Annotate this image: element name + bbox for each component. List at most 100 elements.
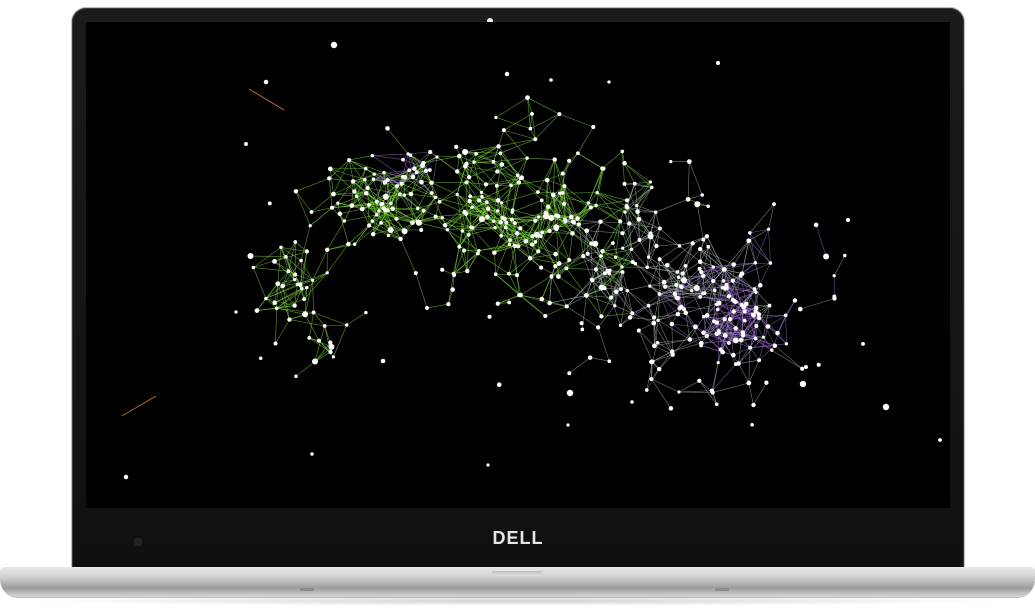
graph-node (564, 304, 569, 309)
graph-node (567, 158, 572, 163)
graph-node (650, 359, 655, 364)
graph-edge (697, 204, 704, 240)
graph-node (363, 190, 369, 196)
graph-node (305, 285, 309, 290)
graph-node (611, 241, 615, 245)
graph-node (312, 358, 318, 365)
graph-node (510, 210, 514, 214)
graph-node (553, 224, 560, 231)
graph-node (462, 149, 469, 155)
graph-node (410, 174, 416, 180)
graph-node (668, 406, 674, 411)
graph-node (792, 298, 798, 303)
graph-edge (577, 152, 603, 169)
graph-node (385, 126, 390, 131)
graph-edge (466, 182, 487, 185)
graph-node (751, 402, 756, 408)
graph-node (620, 231, 625, 236)
graph-node (495, 301, 500, 306)
graph-node (592, 240, 599, 247)
graph-node (294, 374, 298, 378)
graph-node (661, 279, 667, 285)
graph-node (699, 343, 703, 348)
graph-node (813, 222, 819, 228)
graph-edge (562, 153, 579, 174)
graph-edge (324, 324, 347, 327)
graph-node (722, 333, 728, 338)
graph-edge (755, 262, 771, 293)
graph-node (533, 218, 538, 223)
graph-node (586, 201, 591, 205)
graph-edge (520, 275, 552, 296)
graph-edge (426, 303, 449, 309)
graph-node (499, 201, 504, 205)
graph-edge (590, 357, 610, 362)
graph-node (244, 142, 248, 146)
graph-node (123, 474, 129, 480)
graph-node (730, 278, 736, 283)
graph-node (623, 210, 627, 214)
graph-node (512, 221, 517, 226)
graph-node (766, 227, 771, 231)
graph-node (644, 388, 649, 392)
graph-edge (748, 347, 751, 384)
graph-node (359, 206, 365, 212)
graph-node (487, 314, 492, 319)
graph-edge (833, 255, 846, 276)
graph-node (675, 270, 680, 274)
graph-node (679, 284, 683, 289)
graph-node (325, 247, 330, 252)
graph-edge (559, 192, 598, 194)
graph-node (832, 294, 837, 299)
graph-node (455, 169, 460, 174)
graph-edge (276, 308, 314, 313)
graph-node (585, 251, 590, 256)
graph-node (496, 144, 501, 149)
graph-node (492, 219, 496, 223)
graph-node (299, 258, 303, 263)
graph-node (407, 168, 412, 173)
graph-node (731, 262, 736, 267)
graph-node (385, 208, 390, 213)
graph-node (414, 170, 419, 175)
graph-node (423, 168, 429, 173)
graph-node (394, 216, 399, 221)
graph-node (772, 202, 776, 207)
graph-node (413, 271, 418, 276)
graph-edge (655, 199, 689, 213)
graph-node (347, 158, 352, 163)
graph-node (328, 349, 333, 355)
graph-edge (314, 346, 332, 362)
graph-node (727, 317, 733, 322)
graph-edge (275, 319, 290, 344)
graph-edge (749, 203, 775, 234)
graph-node (492, 250, 497, 255)
graph-node (485, 206, 491, 211)
graph-node (316, 338, 322, 343)
graph-node (421, 160, 426, 166)
graph-node (352, 189, 357, 194)
graph-node (429, 180, 434, 185)
graph-node (251, 265, 256, 270)
graph-node (274, 306, 279, 311)
graph-node (657, 226, 662, 231)
graph-edge (418, 222, 448, 231)
graph-node (753, 261, 758, 265)
graph-node (379, 221, 383, 225)
graph-node (398, 236, 403, 242)
graph-node (701, 291, 705, 296)
graph-node (594, 203, 598, 208)
graph-edge (417, 197, 436, 222)
graph-node (724, 282, 729, 287)
graph-node (499, 162, 505, 167)
graph-node (379, 202, 384, 207)
graph-node (706, 244, 711, 249)
graph-node (657, 257, 662, 262)
graph-edge (445, 224, 472, 228)
graph-node (484, 200, 489, 204)
graph-node (621, 246, 625, 250)
graph-node (618, 323, 623, 327)
graph-edge (627, 281, 665, 291)
graph-edge (638, 330, 655, 347)
graph-node (712, 288, 717, 293)
